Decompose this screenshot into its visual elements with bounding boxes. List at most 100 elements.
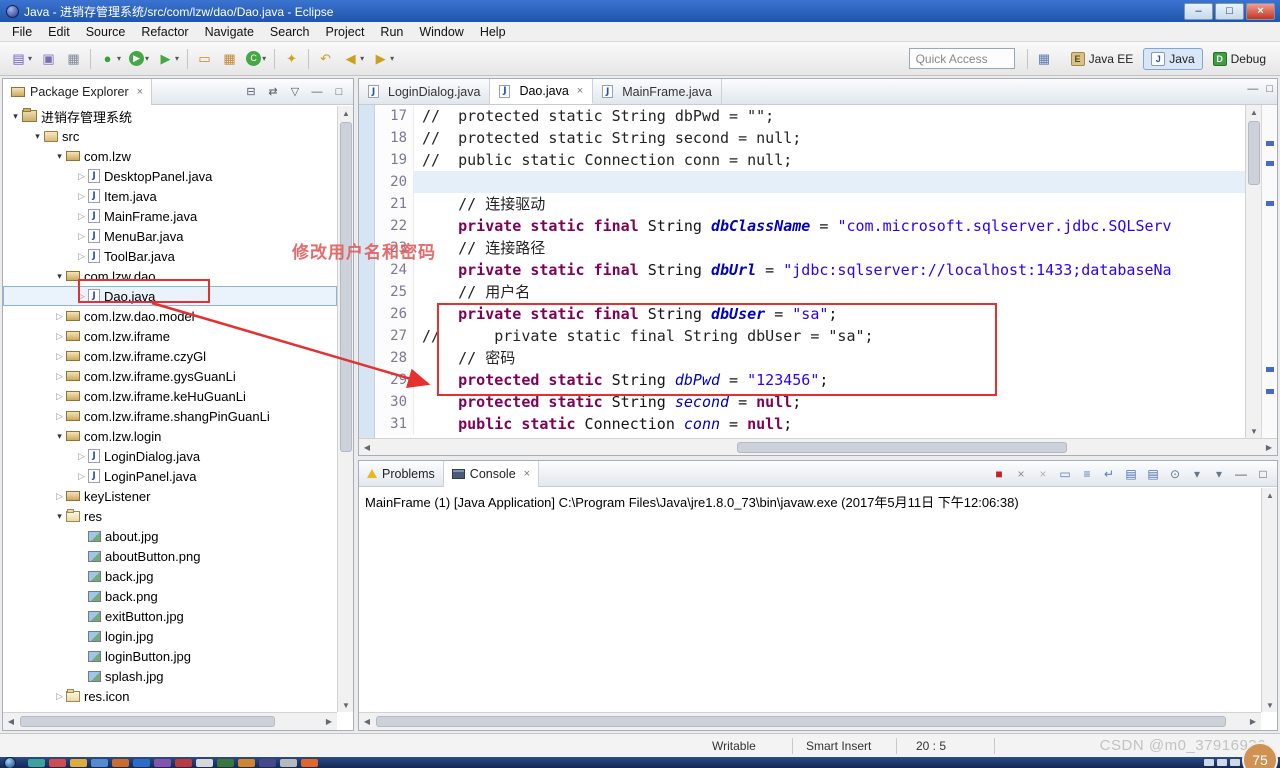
expander-icon[interactable]: ▷	[53, 491, 66, 502]
expander-icon[interactable]: ▷	[75, 251, 88, 262]
menu-file[interactable]: File	[4, 23, 40, 41]
tree-item-com-lzw-iframe[interactable]: ▷ com.lzw.iframe	[3, 326, 337, 346]
show-stdout-button[interactable]: ▤	[1123, 467, 1139, 481]
new-class-button[interactable]: C ▾	[242, 47, 270, 71]
expander-icon[interactable]: ▷	[53, 691, 66, 702]
scroll-down-icon[interactable]: ▼	[1262, 698, 1278, 712]
expander-icon[interactable]: ▷	[75, 451, 88, 462]
line-number[interactable]: 18	[376, 127, 414, 149]
expander-icon[interactable]: ▷	[75, 191, 88, 202]
taskbar-app-2[interactable]	[49, 758, 66, 767]
taskbar-app-10[interactable]	[217, 758, 234, 767]
line-number[interactable]: 20	[376, 171, 414, 193]
line-number[interactable]: 28	[376, 347, 414, 369]
scroll-up-icon[interactable]: ▲	[1246, 105, 1262, 119]
scrollbar-thumb[interactable]	[376, 716, 1226, 727]
maximize-view-button[interactable]: □	[1255, 467, 1271, 481]
display-console-button[interactable]: ▾	[1189, 467, 1205, 481]
view-menu-button[interactable]: ▽	[287, 85, 303, 98]
tree-item-about-jpg[interactable]: about.jpg	[3, 526, 337, 546]
debug-button[interactable]: ● ▾	[95, 47, 125, 71]
tree-item-desktoppanel-java[interactable]: ▷ J DesktopPanel.java	[3, 166, 337, 186]
scroll-left-icon[interactable]: ◀	[3, 714, 19, 728]
overview-mark[interactable]	[1266, 161, 1274, 166]
menu-edit[interactable]: Edit	[40, 23, 78, 41]
minimize-view-button[interactable]: —	[1233, 467, 1249, 481]
tree-item-com-lzw-dao[interactable]: ▾ com.lzw.dao	[3, 266, 337, 286]
tree-item-loginbutton-jpg[interactable]: loginButton.jpg	[3, 646, 337, 666]
perspective-java-ee[interactable]: E Java EE	[1063, 48, 1142, 70]
tree-item-toolbar-java[interactable]: ▷ J ToolBar.java	[3, 246, 337, 266]
perspective-debug[interactable]: D Debug	[1205, 48, 1274, 70]
remove-all-launches-button[interactable]: ×	[1035, 467, 1051, 481]
console-output[interactable]: MainFrame (1) [Java Application] C:\Prog…	[363, 488, 1259, 515]
expander-icon[interactable]: ▷	[53, 391, 66, 402]
close-icon[interactable]: ×	[577, 85, 583, 97]
line-number[interactable]: 21	[376, 193, 414, 215]
expander-icon[interactable]: ▾	[9, 111, 22, 122]
taskbar-app-5[interactable]	[112, 758, 129, 767]
scroll-up-icon[interactable]: ▲	[1262, 488, 1278, 502]
new-package-button[interactable]: ▦	[217, 47, 242, 71]
expander-icon[interactable]: ▾	[31, 131, 44, 142]
editor-tab-logindialog-java[interactable]: J LoginDialog.java	[359, 79, 491, 104]
tree-item-mainframe-java[interactable]: ▷ J MainFrame.java	[3, 206, 337, 226]
taskbar-app-3[interactable]	[70, 758, 87, 767]
scrollbar-thumb[interactable]	[737, 442, 1067, 453]
menu-window[interactable]: Window	[411, 23, 471, 41]
last-edit-location-button[interactable]: ↶	[313, 47, 338, 71]
window-close-button[interactable]: ×	[1246, 2, 1275, 20]
line-number[interactable]: 24	[376, 259, 414, 281]
expander-icon[interactable]: ▷	[75, 211, 88, 222]
console-tab-console[interactable]: Console ×	[443, 460, 540, 487]
console-vertical-scrollbar[interactable]: ▲ ▼	[1261, 488, 1277, 712]
tree-item-com-lzw-iframe-gysguanli[interactable]: ▷ com.lzw.iframe.gysGuanLi	[3, 366, 337, 386]
scroll-left-icon[interactable]: ◀	[359, 714, 375, 728]
scroll-right-icon[interactable]: ▶	[1261, 440, 1277, 454]
line-number[interactable]: 26	[376, 303, 414, 325]
search-button[interactable]: ✦	[279, 47, 304, 71]
maximize-view-icon[interactable]: □	[1266, 83, 1273, 95]
expander-icon[interactable]: ▷	[53, 411, 66, 422]
overview-mark[interactable]	[1266, 367, 1274, 372]
tree-item-login-jpg[interactable]: login.jpg	[3, 626, 337, 646]
line-number[interactable]: 29	[376, 369, 414, 391]
expander-icon[interactable]: ▷	[53, 331, 66, 342]
line-number[interactable]: 30	[376, 391, 414, 413]
annotation-ruler[interactable]	[359, 105, 375, 438]
overview-ruler[interactable]	[1261, 105, 1277, 438]
tree-item-dao-java[interactable]: ▷ J Dao.java	[3, 286, 337, 306]
tree-item-aboutbutton-png[interactable]: aboutButton.png	[3, 546, 337, 566]
line-number[interactable]: 17	[376, 105, 414, 127]
overview-mark[interactable]	[1266, 389, 1274, 394]
new-wizard-button[interactable]: ▤ ▾	[6, 47, 36, 71]
menu-source[interactable]: Source	[78, 23, 134, 41]
editor-horizontal-scrollbar[interactable]: ◀ ▶	[359, 438, 1277, 455]
tree-horizontal-scrollbar[interactable]: ◀ ▶	[3, 712, 337, 730]
scrollbar-thumb[interactable]	[20, 716, 275, 727]
scroll-right-icon[interactable]: ▶	[321, 714, 337, 728]
tree-item-loginpanel-java[interactable]: ▷ J LoginPanel.java	[3, 466, 337, 486]
window-minimize-button[interactable]: –	[1184, 2, 1213, 20]
taskbar-app-14[interactable]	[301, 758, 318, 767]
tree-item-keylistener[interactable]: ▷ keyListener	[3, 486, 337, 506]
taskbar-app-4[interactable]	[91, 758, 108, 767]
scroll-up-icon[interactable]: ▲	[338, 106, 354, 120]
taskbar-app-12[interactable]	[259, 758, 276, 767]
line-number[interactable]: 27	[376, 325, 414, 347]
new-java-project-button[interactable]: ▭	[192, 47, 217, 71]
tree-item-src[interactable]: ▾ src	[3, 126, 337, 146]
expander-icon[interactable]: ▾	[53, 271, 66, 282]
open-perspective-button[interactable]: ▦	[1032, 47, 1057, 71]
tree-item-com-lzw-iframe-kehuguanli[interactable]: ▷ com.lzw.iframe.keHuGuanLi	[3, 386, 337, 406]
package-explorer-tab[interactable]: Package Explorer ×	[3, 78, 153, 105]
console-tab-problems[interactable]: Problems	[359, 460, 444, 487]
line-number[interactable]: 22	[376, 215, 414, 237]
tree-item-com-lzw-iframe-shangpinguanli[interactable]: ▷ com.lzw.iframe.shangPinGuanLi	[3, 406, 337, 426]
tree-vertical-scrollbar[interactable]: ▲ ▼	[337, 106, 353, 712]
expander-icon[interactable]: ▷	[53, 371, 66, 382]
expander-icon[interactable]: ▾	[53, 431, 66, 442]
tree-item-back-png[interactable]: back.png	[3, 586, 337, 606]
window-maximize-button[interactable]: □	[1215, 2, 1244, 20]
console-horizontal-scrollbar[interactable]: ◀ ▶	[359, 712, 1261, 730]
